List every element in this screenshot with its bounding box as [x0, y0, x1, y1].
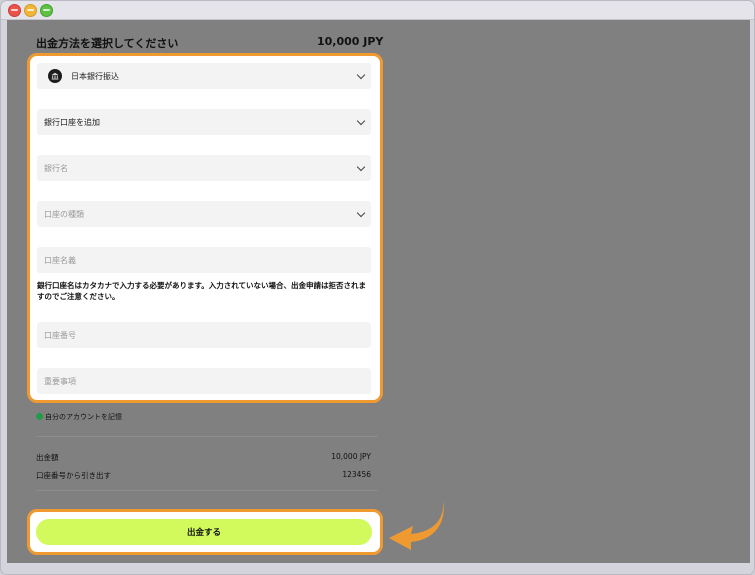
account-holder-placeholder: 口座名義 [44, 256, 76, 265]
bottom-bar [1, 563, 754, 574]
chevron-down-icon [356, 162, 366, 172]
summary-label-account: 口座番号から引き出す [36, 471, 111, 480]
summary-value-amount: 10,000 JPY [331, 452, 371, 461]
withdrawal-page: 出金方法を選択してください 10,000 JPY 日本銀行振込 銀行口座を追加 … [7, 20, 750, 563]
account-select[interactable]: 銀行口座を追加 [37, 109, 371, 135]
remember-account-checkbox[interactable]: 自分のアカウントを記憶 [36, 412, 122, 422]
divider [36, 490, 378, 491]
bank-name-placeholder: 銀行名 [44, 164, 68, 173]
browser-window: 出金方法を選択してください 10,000 JPY 日本銀行振込 銀行口座を追加 … [0, 0, 755, 575]
divider [36, 436, 378, 437]
chevron-down-icon [356, 70, 366, 80]
account-select-value: 銀行口座を追加 [44, 118, 100, 127]
chevron-down-icon [356, 208, 366, 218]
summary-value-account: 123456 [342, 470, 371, 479]
important-notes-input[interactable]: 重要事項 [37, 368, 371, 394]
method-select[interactable]: 日本銀行振込 [37, 63, 371, 89]
bank-icon [48, 69, 62, 83]
bank-name-select[interactable]: 銀行名 [37, 155, 371, 181]
account-type-placeholder: 口座の種類 [44, 210, 84, 219]
submit-highlight: 出金する [27, 509, 383, 555]
withdraw-amount-header: 10,000 JPY [317, 35, 384, 48]
account-holder-input[interactable]: 口座名義 [37, 247, 371, 273]
withdraw-button[interactable]: 出金する [36, 519, 372, 545]
account-number-placeholder: 口座番号 [44, 331, 76, 340]
account-number-input[interactable]: 口座番号 [37, 322, 371, 348]
chevron-down-icon [356, 116, 366, 126]
method-select-value: 日本銀行振込 [71, 72, 119, 81]
page-title: 出金方法を選択してください [36, 37, 179, 50]
important-notes-placeholder: 重要事項 [44, 377, 76, 386]
minimize-window-button[interactable] [24, 4, 37, 17]
pointer-arrow-icon [389, 500, 444, 550]
withdrawal-form: 日本銀行振込 銀行口座を追加 銀行名 口座の種類 口座名義 銀行口座名はカタカナ… [27, 53, 383, 403]
maximize-window-button[interactable] [40, 4, 53, 17]
summary-label-amount: 出金額 [36, 453, 59, 462]
close-window-button[interactable] [8, 4, 21, 17]
account-type-select[interactable]: 口座の種類 [37, 201, 371, 227]
checkbox-checked-icon [36, 413, 43, 420]
title-bar [1, 1, 754, 20]
remember-account-label: 自分のアカウントを記憶 [45, 413, 122, 421]
katakana-notice: 銀行口座名はカタカナで入力する必要があります。入力されていない場合、出金申請は拒… [37, 281, 367, 301]
